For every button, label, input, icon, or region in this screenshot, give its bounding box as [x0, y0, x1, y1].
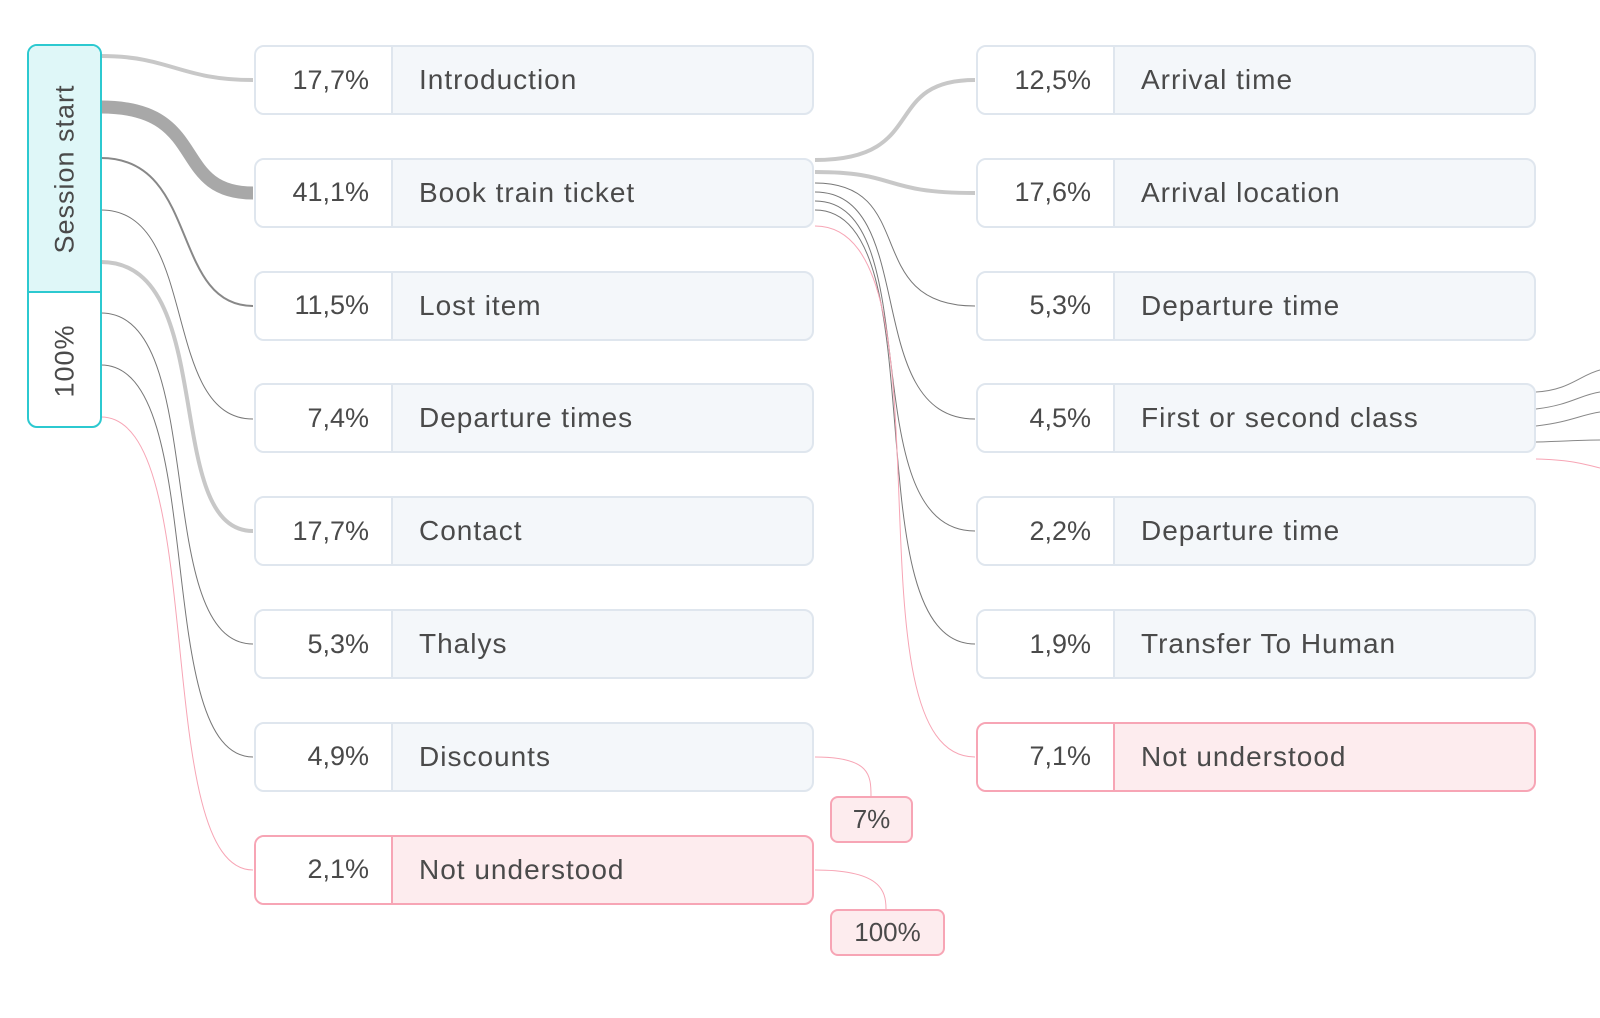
node-percent: 2,1% [256, 836, 393, 903]
node-label: Departure time [1141, 515, 1341, 547]
node-percent: 5,3% [256, 611, 393, 677]
flow-node[interactable]: 7,4% Departure times [254, 383, 814, 454]
node-label: Arrival location [1141, 176, 1341, 208]
link-book-transfer [814, 209, 976, 645]
link-book-departure-time [814, 182, 976, 307]
node-percent: 7,4% [256, 385, 393, 452]
node-percent: 2,2% [978, 498, 1115, 565]
link-book-not-understood [814, 225, 976, 758]
flow-node[interactable]: 17,7% Contact [254, 496, 814, 567]
discounts-exit-badge: 7% [830, 796, 913, 843]
node-percent: 4,9% [256, 723, 393, 790]
node-label: Contact [419, 515, 523, 547]
node-percent: 5,3% [978, 272, 1115, 339]
node-label: Not understood [419, 853, 625, 885]
link-start-thalys [100, 312, 254, 645]
flow-node[interactable]: 17,7% Introduction [254, 45, 814, 115]
flow-node[interactable]: 5,3% Thalys [254, 609, 814, 679]
link-book-class [814, 191, 976, 420]
node-label: Thalys [419, 628, 508, 659]
flow-node[interactable]: 4,9% Discounts [254, 721, 814, 792]
link-discounts-exit [814, 756, 872, 797]
node-label: Book train ticket [419, 176, 636, 208]
flow-node[interactable]: 4,5% First or second class [976, 383, 1536, 454]
link-book-departure-time-2 [814, 200, 976, 532]
node-percent: 1,9% [978, 611, 1115, 677]
node-percent: 11,5% [256, 272, 393, 339]
link-book-arrival-time [814, 78, 976, 162]
flow-node[interactable]: 2,2% Departure time [976, 496, 1536, 567]
link-not-understood-exit [814, 869, 887, 910]
session-start-node[interactable]: Session start 100% [27, 44, 102, 428]
link-start-introduction [100, 54, 254, 82]
node-percent: 12,5% [978, 47, 1115, 113]
flow-node[interactable]: 1,9% Transfer To Human [976, 609, 1536, 679]
session-start-label: Session start [49, 83, 79, 254]
node-label: Discounts [419, 740, 551, 772]
node-label: Not understood [1141, 740, 1347, 772]
link-start-departure-times [100, 209, 254, 420]
link-start-lost-item [100, 157, 254, 307]
flow-node[interactable]: 7,1% Not understood [976, 721, 1536, 792]
flow-node[interactable]: 2,1% Not understood [254, 834, 814, 905]
node-percent: 4,5% [978, 385, 1115, 452]
node-percent: 17,7% [256, 47, 393, 113]
node-label: Departure times [419, 402, 634, 434]
node-label: Departure time [1141, 289, 1341, 321]
link-start-discounts [100, 364, 254, 758]
node-percent: 17,6% [978, 159, 1115, 226]
node-label: Introduction [419, 64, 578, 95]
link-start-book-ticket [100, 100, 254, 200]
node-label: First or second class [1141, 402, 1419, 434]
node-label: Arrival time [1141, 64, 1294, 95]
node-percent: 17,7% [256, 498, 393, 565]
flow-node[interactable]: 41,1% Book train ticket [254, 157, 814, 228]
flow-node[interactable]: 5,3% Departure time [976, 270, 1536, 341]
not-understood-exit-badge: 100% [830, 909, 945, 956]
flow-node[interactable]: 17,6% Arrival location [976, 157, 1536, 228]
node-percent: 7,1% [978, 723, 1115, 790]
link-start-not-understood [100, 416, 254, 871]
link-book-arrival-location [814, 170, 976, 195]
flow-node[interactable]: 12,5% Arrival time [976, 45, 1536, 115]
flow-node[interactable]: 11,5% Lost item [254, 270, 814, 341]
node-label: Lost item [419, 289, 542, 321]
node-percent: 41,1% [256, 159, 393, 226]
node-label: Transfer To Human [1141, 628, 1397, 659]
session-start-percent: 100% [49, 323, 79, 398]
